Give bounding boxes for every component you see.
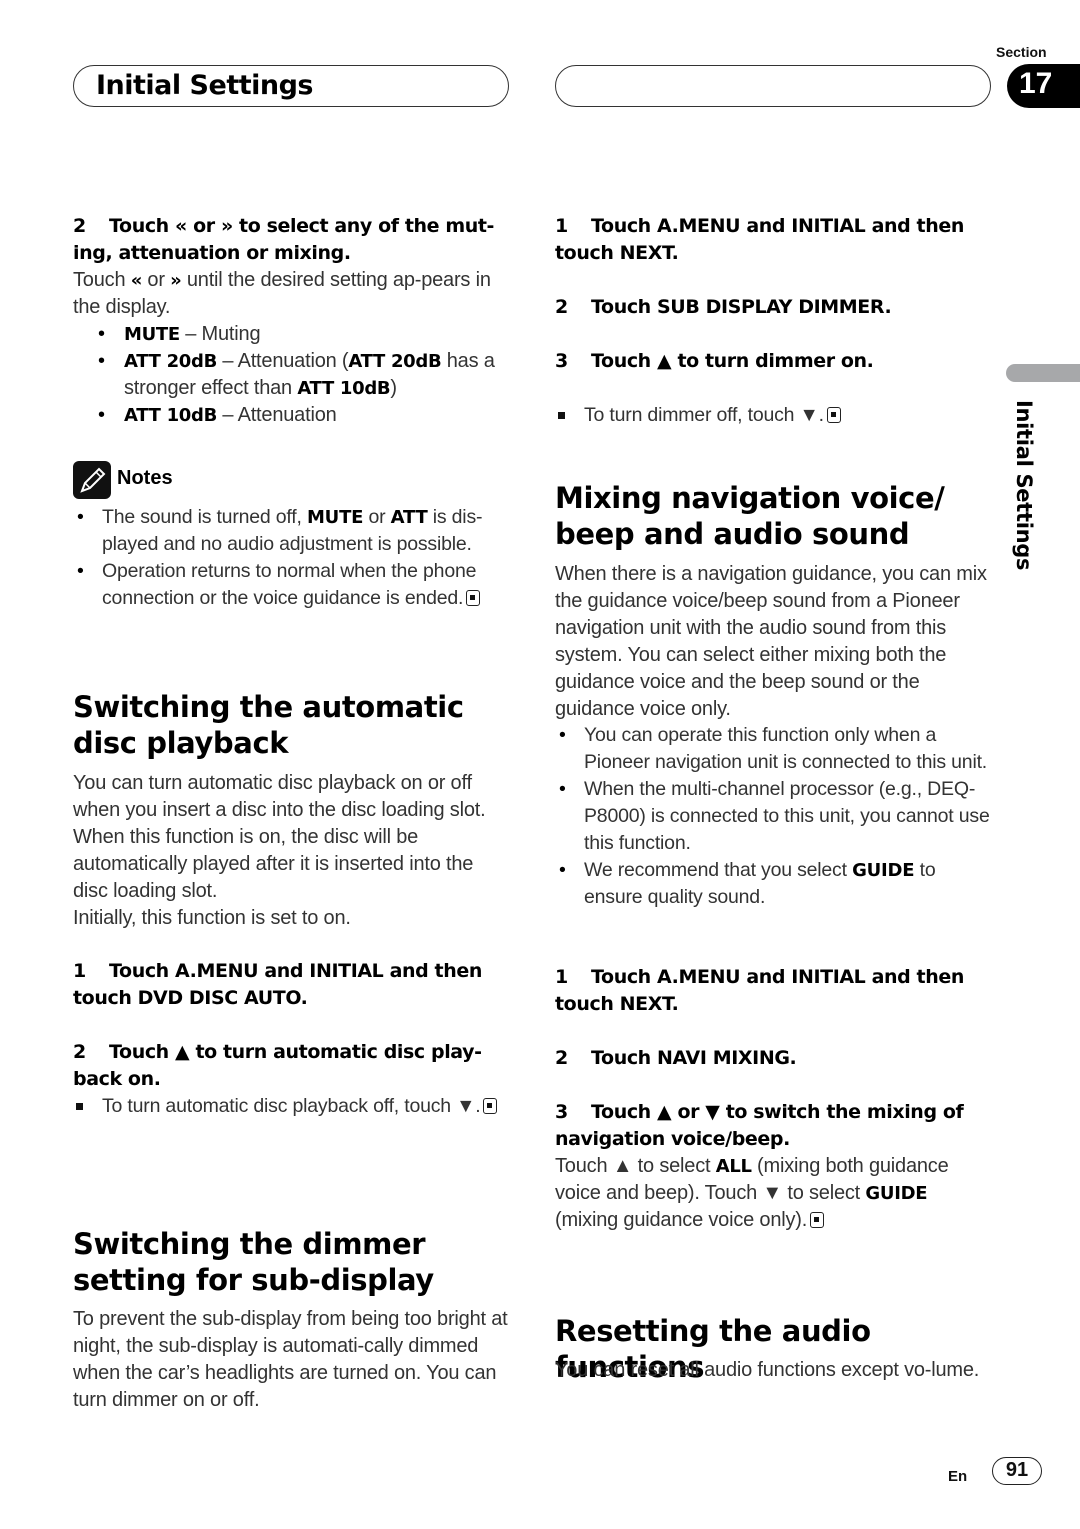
double-right-arrow-icon: » — [220, 215, 233, 237]
side-tab-marker — [1006, 364, 1080, 382]
step-text: Touch — [109, 215, 176, 237]
step-select-muting: 2 Touch « or » to select any of the mut-i… — [73, 213, 513, 267]
language-label: En — [948, 1468, 968, 1485]
list-item: You can operate this function only when … — [555, 722, 995, 776]
pencil-icon — [73, 461, 111, 499]
step-text: or — [186, 215, 221, 237]
auto-disc-initial: Initially, this function is set to on. — [73, 907, 351, 929]
double-left-arrow-icon: « — [175, 215, 187, 237]
option-term: ATT 10dB — [297, 378, 391, 399]
dimmer-note: To turn dimmer off, touch ▼. — [555, 402, 1024, 429]
note-text: Operation returns to normal when the pho… — [102, 560, 477, 609]
bullet-text: You can operate this function only when … — [584, 724, 988, 773]
body-text: or — [142, 269, 171, 291]
option-term: ATT 20dB — [124, 351, 218, 372]
dimmer-body: To prevent the sub-display from being to… — [73, 1308, 508, 1411]
mixing-bullets: You can operate this function only when … — [555, 722, 995, 911]
step-text: Touch ▲ to turn dimmer on. — [591, 350, 874, 372]
page-number: 91 — [992, 1457, 1042, 1485]
bullet-text: When the multi-channel processor (e.g., … — [584, 778, 990, 854]
step-dimmer-2: 2 Touch SUB DISPLAY DIMMER. — [555, 294, 995, 321]
end-mark-icon — [826, 407, 841, 423]
header-blank-pill — [555, 65, 991, 107]
step-text: Touch NAVI MIXING. — [591, 1047, 797, 1069]
double-left-arrow-icon: « — [130, 270, 143, 291]
step-dimmer-1: 1 Touch A.MENU and INITIAL and then touch… — [555, 213, 995, 267]
option-term: MUTE — [124, 324, 180, 345]
step-select-muting-body: Touch « or » until the desired setting a… — [73, 267, 513, 321]
step-auto-disc-1: 1 Touch A.MENU and INITIAL and then touch… — [73, 958, 513, 1012]
bullet-text: We recommend that you select — [584, 859, 853, 881]
option-desc: – Muting — [179, 323, 261, 345]
option-desc: ) — [390, 377, 397, 399]
section-label: Section — [996, 44, 1047, 60]
step-number: 1 — [555, 966, 568, 988]
step-dimmer-3: 3 Touch ▲ to turn dimmer on. — [555, 348, 995, 375]
chapter-title-pill: Initial Settings — [73, 65, 509, 107]
heading-mixing: Mixing navigation voice/ beep and audio … — [555, 481, 945, 551]
note-text: The sound is turned off, — [102, 506, 307, 528]
option-term: ATT 20dB — [348, 351, 442, 372]
notes-list: The sound is turned off, MUTE or ATT is … — [73, 504, 513, 612]
chapter-title: Initial Settings — [96, 70, 314, 101]
end-mark-icon — [483, 1098, 498, 1114]
auto-disc-note: To turn automatic disc playback off, tou… — [73, 1093, 542, 1120]
step-mixing-3-body: Touch ▲ to select ALL (mixing both guida… — [555, 1153, 995, 1234]
list-item: When the multi-channel processor (e.g., … — [555, 776, 995, 857]
step-text: Touch A.MENU and INITIAL and then touch … — [555, 215, 964, 264]
list-item: The sound is turned off, MUTE or ATT is … — [73, 504, 513, 558]
step-number: 1 — [555, 215, 568, 237]
reset-body: You can reset all audio functions except… — [555, 1359, 980, 1381]
attenuation-options-list: MUTE – Muting ATT 20dB – Attenuation (AT… — [73, 321, 513, 429]
auto-disc-body: You can turn automatic disc playback on … — [73, 772, 486, 902]
mixing-body: When there is a navigation guidance, you… — [555, 563, 987, 720]
note-text: or — [363, 506, 391, 528]
step-mixing-3: 3 Touch ▲ or ▼ to switch the mixing of na… — [555, 1099, 995, 1153]
step-number: 3 — [555, 350, 568, 372]
step-text: Touch A.MENU and INITIAL and then touch … — [73, 960, 482, 1009]
list-item: Operation returns to normal when the pho… — [73, 558, 513, 612]
body-text: Touch ▲ to select — [555, 1155, 716, 1177]
option-term: ALL — [715, 1156, 752, 1177]
notes-title: Notes — [117, 467, 173, 489]
step-text: Touch ▲ to turn automatic disc play-back… — [73, 1041, 482, 1090]
square-bullet-icon — [558, 412, 565, 419]
heading-auto-disc: Switching the automatic disc playback — [73, 690, 464, 760]
step-auto-disc-2: 2 Touch ▲ to turn automatic disc play-bac… — [73, 1039, 513, 1093]
list-item: ATT 20dB – Attenuation (ATT 20dB has a s… — [73, 348, 513, 402]
step-number: 2 — [555, 296, 568, 318]
body-text: (mixing guidance voice only). — [555, 1209, 808, 1231]
note-text: To turn dimmer off, touch ▼. — [584, 404, 824, 426]
option-term: ATT 10dB — [124, 405, 218, 426]
end-mark-icon — [810, 1212, 825, 1228]
step-text: Touch ▲ or ▼ to switch the mixing of nav… — [555, 1101, 964, 1150]
option-desc: – Attenuation — [217, 404, 337, 426]
end-mark-icon — [466, 590, 481, 606]
step-mixing-2: 2 Touch NAVI MIXING. — [555, 1045, 995, 1072]
note-text: To turn automatic disc playback off, tou… — [102, 1095, 481, 1117]
step-mixing-1: 1 Touch A.MENU and INITIAL and then touch… — [555, 964, 995, 1018]
heading-dimmer: Switching the dimmer setting for sub-dis… — [73, 1227, 434, 1297]
list-item: We recommend that you select GUIDE to en… — [555, 857, 995, 911]
list-item: MUTE – Muting — [73, 321, 513, 348]
step-number: 3 — [555, 1101, 568, 1123]
square-bullet-icon — [76, 1103, 83, 1110]
step-text: Touch SUB DISPLAY DIMMER. — [591, 296, 892, 318]
step-number: 2 — [73, 1041, 86, 1063]
option-desc: – Attenuation ( — [217, 350, 349, 372]
bullet-term: GUIDE — [852, 860, 915, 881]
step-number: 2 — [555, 1047, 568, 1069]
option-term: GUIDE — [865, 1183, 928, 1204]
note-term: MUTE — [306, 507, 364, 528]
step-number: 1 — [73, 960, 86, 982]
body-text: Touch — [73, 269, 131, 291]
list-item: ATT 10dB – Attenuation — [73, 402, 513, 429]
section-number-badge: 17 — [1007, 64, 1080, 108]
section-number: 17 — [1019, 67, 1053, 100]
double-right-arrow-icon: » — [170, 270, 182, 291]
note-term: ATT — [390, 507, 428, 528]
step-text: Touch A.MENU and INITIAL and then touch … — [555, 966, 964, 1015]
step-number: 2 — [73, 215, 86, 237]
